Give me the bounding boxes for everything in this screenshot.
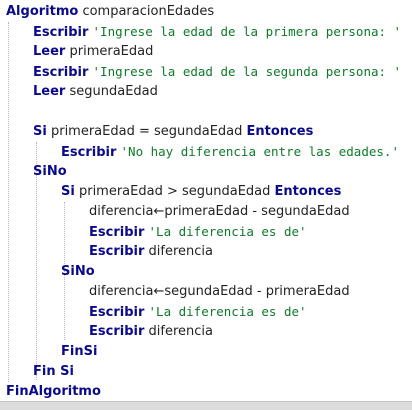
keyword: Escribir	[89, 305, 145, 320]
keyword: Escribir	[33, 65, 89, 80]
code-line-10: Si primeraEdad > segundaEdad Entonces	[61, 182, 341, 202]
keyword: Entonces	[246, 124, 314, 139]
code-line-17: Escribir diferencia	[89, 322, 213, 342]
code-line-16: Escribir 'La diferencia es de'	[89, 302, 307, 322]
code-line-7: Si primeraEdad = segundaEdad Entonces	[33, 122, 313, 142]
algorithm-name: comparacionEdades	[82, 4, 215, 19]
variable: diferencia	[148, 324, 213, 339]
code-line-3: Leer primeraEdad	[33, 42, 153, 62]
code-line-2: Escribir 'Ingrese la edad de la primera …	[33, 22, 401, 42]
code-line-12: Escribir 'La diferencia es de'	[89, 222, 307, 242]
string-literal: 'La diferencia es de'	[148, 304, 307, 319]
keyword: Leer	[33, 84, 66, 99]
keyword: Escribir	[33, 25, 89, 40]
assignment: diferencia←segundaEdad - primeraEdad	[89, 284, 350, 299]
keyword: Leer	[33, 44, 66, 59]
keyword: FinSi	[61, 344, 98, 359]
condition: primeraEdad = segundaEdad	[50, 124, 243, 139]
keyword: FinAlgoritmo	[6, 384, 101, 399]
code-line-13: Escribir diferencia	[89, 242, 213, 262]
string-literal: 'Ingrese la edad de la primera persona: …	[92, 24, 402, 39]
keyword: Escribir	[61, 145, 117, 160]
keyword: SiNo	[33, 164, 67, 179]
code-line-11: diferencia←primeraEdad - segundaEdad	[89, 202, 350, 222]
keyword: Si	[61, 184, 75, 199]
code-editor[interactable]: Algoritmo comparacionEdades Escribir 'In…	[0, 0, 412, 400]
code-line-5: Leer segundaEdad	[33, 82, 158, 102]
code-line-15: diferencia←segundaEdad - primeraEdad	[89, 282, 350, 302]
code-line-20: FinAlgoritmo	[6, 382, 101, 402]
assignment: diferencia←primeraEdad - segundaEdad	[89, 204, 350, 219]
keyword: Entonces	[274, 184, 342, 199]
variable: primeraEdad	[69, 44, 154, 59]
code-line-14: SiNo	[61, 262, 95, 282]
condition: primeraEdad > segundaEdad	[78, 184, 271, 199]
indent-guide	[8, 22, 9, 382]
keyword: Escribir	[89, 225, 145, 240]
keyword: Fin Si	[33, 364, 74, 379]
code-line-19: Fin Si	[33, 362, 74, 382]
keyword: SiNo	[61, 264, 95, 279]
variable: diferencia	[148, 244, 213, 259]
keyword: Si	[33, 124, 47, 139]
keyword: Escribir	[89, 244, 145, 259]
code-line-18: FinSi	[61, 342, 97, 362]
code-line-4: Escribir 'Ingrese la edad de la segunda …	[33, 62, 401, 82]
keyword: Escribir	[89, 324, 145, 339]
code-line-9: SiNo	[33, 162, 67, 182]
variable: segundaEdad	[69, 84, 158, 99]
keyword: Algoritmo	[6, 4, 79, 19]
string-literal: 'Ingrese la edad de la segunda persona: …	[92, 64, 402, 79]
string-literal: 'La diferencia es de'	[148, 224, 307, 239]
code-line-1: Algoritmo comparacionEdades	[6, 2, 214, 22]
string-literal: 'No hay diferencia entre las edades.'	[120, 144, 399, 159]
code-line-8: Escribir 'No hay diferencia entre las ed…	[61, 142, 399, 162]
